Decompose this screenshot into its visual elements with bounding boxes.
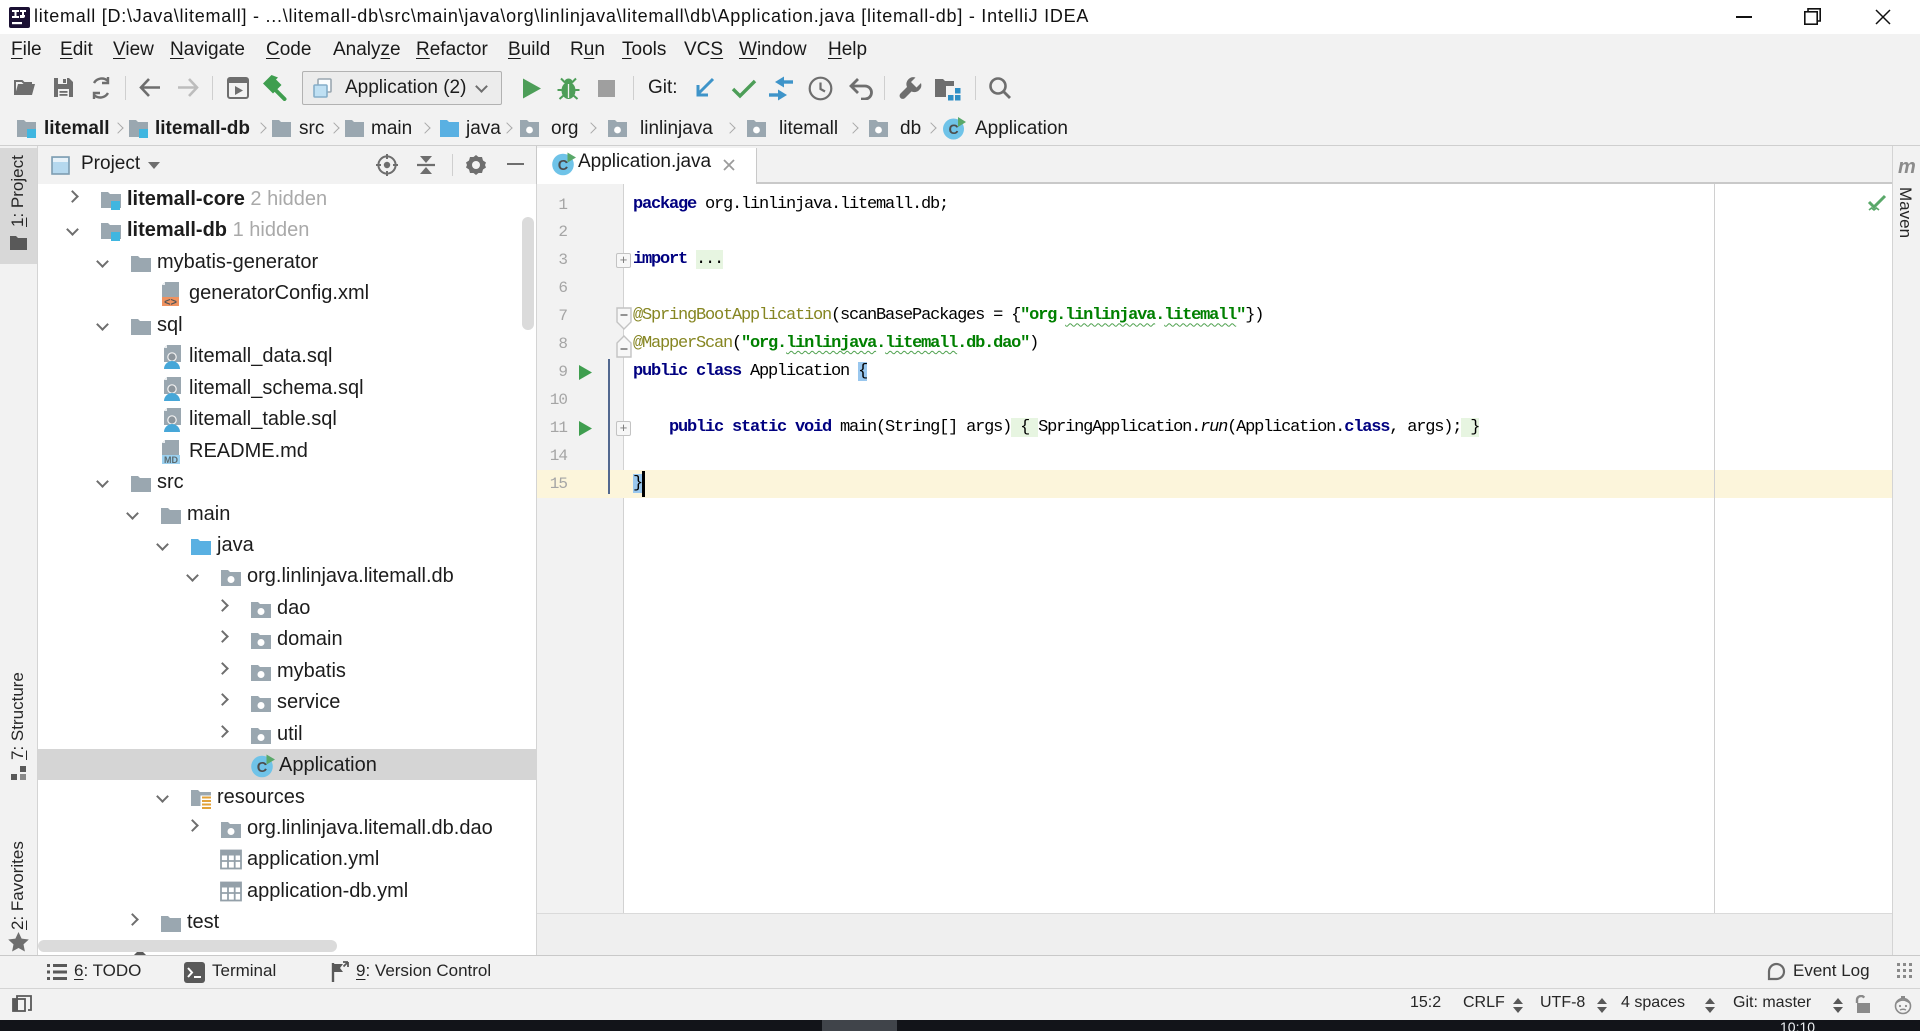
svg-text:<>: <> xyxy=(164,297,177,307)
svg-text:C: C xyxy=(948,121,958,137)
svg-text:C: C xyxy=(558,158,569,174)
svg-text:C: C xyxy=(257,760,268,776)
svg-text:MD: MD xyxy=(164,455,178,464)
